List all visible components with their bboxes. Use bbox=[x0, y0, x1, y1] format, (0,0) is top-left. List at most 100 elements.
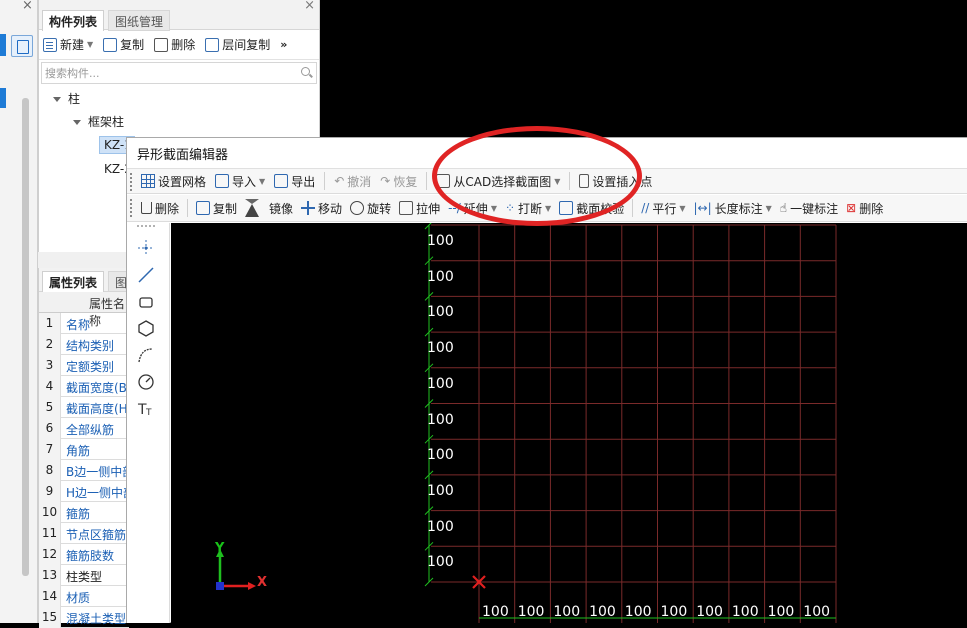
mirror-label: 镜像 bbox=[269, 201, 294, 216]
property-row[interactable]: 10 箍筋 bbox=[39, 502, 129, 523]
new-label: 新建 bbox=[60, 38, 85, 52]
one-key-dim-label: 一键标注 bbox=[790, 201, 839, 216]
mirror-button[interactable]: 镜像 bbox=[245, 199, 293, 217]
x-axis-label: X bbox=[257, 575, 268, 590]
arc-icon[interactable] bbox=[137, 346, 155, 364]
property-row[interactable]: 13 柱类型 bbox=[39, 565, 129, 586]
toolbar-separator bbox=[187, 199, 189, 217]
x-dimension-label: 100 bbox=[660, 604, 688, 620]
close-icon[interactable]: × bbox=[304, 0, 315, 13]
y-dimension-label: 100 bbox=[427, 447, 454, 464]
length-dim-button[interactable]: |↔| 长度标注 ▼ bbox=[693, 200, 771, 217]
tab-property-list[interactable]: 属性列表 bbox=[42, 271, 105, 292]
row-number: 12 bbox=[39, 544, 61, 565]
x-dimension-label: 100 bbox=[553, 604, 581, 620]
one-key-dim-button[interactable]: ☝ 一键标注 bbox=[780, 200, 838, 217]
more-button[interactable]: » bbox=[280, 38, 287, 51]
tree-node-column[interactable]: 柱 bbox=[53, 90, 80, 107]
row-number: 15 bbox=[39, 607, 61, 628]
toolbar-separator bbox=[324, 172, 326, 190]
chevron-down-icon: ▼ bbox=[679, 203, 686, 213]
property-row[interactable]: 12 箍筋肢数 bbox=[39, 544, 129, 565]
property-row[interactable]: 7 角筋 bbox=[39, 439, 129, 460]
polygon-icon[interactable] bbox=[137, 319, 155, 337]
move-button[interactable]: 移动 bbox=[301, 200, 342, 217]
property-row[interactable]: 9 H边一侧中部 bbox=[39, 481, 129, 502]
y-dimension-label: 100 bbox=[427, 482, 454, 499]
text-icon[interactable]: TT bbox=[137, 399, 155, 417]
tree-node-frame-column[interactable]: 框架柱 bbox=[73, 113, 124, 130]
parallel-button[interactable]: //平行 ▼ bbox=[641, 200, 685, 217]
y-dimension-label: 100 bbox=[427, 233, 454, 249]
rectangle-icon[interactable] bbox=[137, 293, 155, 311]
floor-copy-button[interactable]: 层间复制 bbox=[205, 36, 270, 53]
circle-icon[interactable] bbox=[137, 373, 155, 391]
left-sidebar-strip: × bbox=[0, 0, 38, 623]
list-view-icon[interactable] bbox=[11, 35, 33, 57]
tab-component-list[interactable]: 构件列表 bbox=[42, 10, 105, 31]
row-number: 3 bbox=[39, 355, 61, 376]
copy-label: 复制 bbox=[213, 201, 238, 216]
copy-button[interactable]: 复制 bbox=[103, 36, 144, 53]
delete-dim-button[interactable]: ⊠ 删除 bbox=[846, 200, 883, 217]
window-title: 异形截面编辑器 bbox=[137, 148, 229, 163]
expand-icon[interactable] bbox=[53, 97, 61, 102]
vertical-scrollbar[interactable] bbox=[22, 98, 29, 576]
toolbar-separator bbox=[632, 199, 634, 217]
line-icon[interactable] bbox=[137, 266, 155, 284]
x-dimension-label: 100 bbox=[731, 604, 759, 620]
length-dim-icon: |↔| bbox=[693, 201, 712, 215]
property-row[interactable]: 1 名称 bbox=[39, 313, 129, 334]
redo-icon: ↷ bbox=[380, 174, 391, 188]
hand-icon: ☝ bbox=[779, 201, 788, 215]
property-row[interactable]: 11 节点区箍筋 bbox=[39, 523, 129, 544]
toolbar-grip[interactable] bbox=[130, 173, 133, 191]
component-panel-tabs: 构件列表 图纸管理 × bbox=[39, 0, 319, 31]
delete-button[interactable]: 删除 bbox=[154, 36, 195, 53]
search-input[interactable]: 搜索构件... bbox=[41, 62, 317, 84]
import-button[interactable]: 导入 ▼ bbox=[215, 173, 265, 190]
row-number: 6 bbox=[39, 418, 61, 439]
redo-button[interactable]: ↷ 恢复 bbox=[380, 173, 417, 190]
section-drawing-canvas[interactable]: 100 100 100 100 100 100 100 100 100 100 100 100 100 1… bbox=[171, 223, 967, 623]
property-name: 截面宽度(B bbox=[66, 381, 127, 395]
property-row[interactable]: 2 结构类别 bbox=[39, 334, 129, 355]
property-row[interactable]: 5 截面高度(H bbox=[39, 397, 129, 418]
copy-button[interactable]: 复制 bbox=[196, 200, 237, 217]
selection-marker bbox=[0, 34, 6, 56]
property-row[interactable]: 4 截面宽度(B bbox=[39, 376, 129, 397]
y-dimension-label: 100 bbox=[427, 554, 454, 571]
tree-node-label: 框架柱 bbox=[88, 115, 125, 129]
delete-dim-label: 删除 bbox=[859, 201, 884, 216]
row-number: 4 bbox=[39, 376, 61, 397]
property-row[interactable]: 15 混凝土类型 bbox=[39, 607, 129, 628]
undo-icon: ↶ bbox=[334, 174, 345, 188]
row-number: 14 bbox=[39, 586, 61, 607]
search-placeholder: 搜索构件... bbox=[45, 67, 100, 80]
tree-item-kz2[interactable]: KZ-2 bbox=[104, 162, 128, 176]
stretch-button[interactable]: 拉伸 bbox=[399, 200, 440, 217]
expand-icon[interactable] bbox=[73, 120, 81, 125]
property-row[interactable]: 6 全部纵筋 bbox=[39, 418, 129, 439]
delete-button[interactable]: 删除 bbox=[141, 200, 179, 217]
property-list-panel: 属性列表 图 属性名称 1 名称 2 结构类别 3 定额类别 4 截面宽度(B 5 截面高度(H 6… bbox=[38, 268, 130, 628]
rotate-button[interactable]: 旋转 bbox=[350, 200, 391, 217]
property-row[interactable]: 3 定额类别 bbox=[39, 355, 129, 376]
toolbar-grip[interactable] bbox=[130, 199, 133, 217]
undo-button[interactable]: ↶ 撤消 bbox=[334, 173, 371, 190]
row-number: 5 bbox=[39, 397, 61, 418]
property-name: 箍筋 bbox=[66, 507, 91, 521]
tab-drawing-management[interactable]: 图纸管理 bbox=[108, 10, 171, 31]
point-icon[interactable] bbox=[137, 239, 155, 257]
close-icon[interactable]: × bbox=[22, 0, 33, 13]
delete-dim-icon: ⊠ bbox=[846, 201, 857, 215]
new-button[interactable]: 新建 ▼ bbox=[43, 36, 93, 53]
set-grid-button[interactable]: 设置网格 bbox=[141, 173, 206, 190]
property-name: B边一侧中部 bbox=[66, 465, 128, 479]
property-row[interactable]: 14 材质 bbox=[39, 586, 129, 607]
export-button[interactable]: 导出 bbox=[274, 173, 315, 190]
x-dimension-label: 100 bbox=[767, 604, 795, 620]
search-icon[interactable] bbox=[301, 67, 310, 76]
copy-icon bbox=[103, 37, 118, 52]
property-row[interactable]: 8 B边一侧中部 bbox=[39, 460, 129, 481]
